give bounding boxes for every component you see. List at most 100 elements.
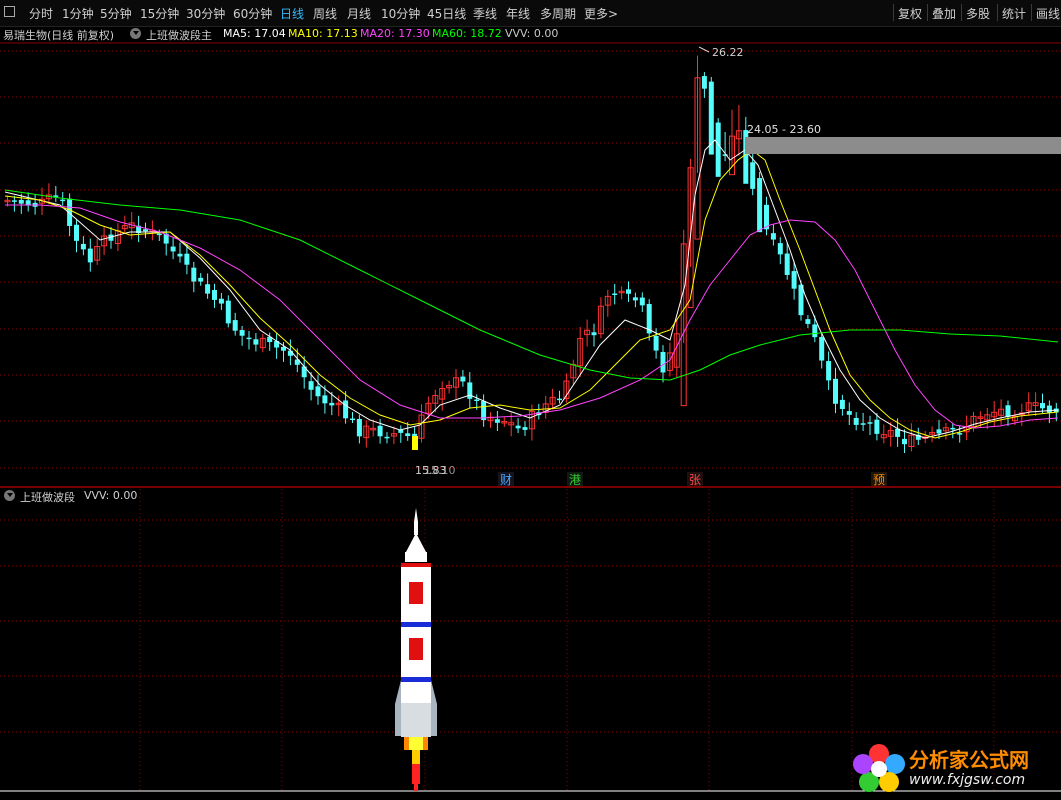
svg-text:港: 港 — [569, 473, 581, 487]
candle-down — [805, 319, 811, 324]
candle-down — [957, 433, 963, 435]
svg-text:财: 财 — [500, 473, 512, 487]
candle-down — [819, 336, 825, 361]
candle-down — [494, 419, 500, 423]
tab-period-1[interactable]: 1分钟 — [62, 5, 94, 22]
ma60-label: MA60: 18.72 — [432, 27, 502, 40]
rocket-icon — [395, 508, 437, 791]
watermark-logo: 分析家公式网 www.fxjgsw.com — [851, 742, 1051, 796]
restore-rights-button[interactable]: 复权 — [898, 5, 922, 22]
candle-down — [750, 162, 756, 189]
sub-indicator-name[interactable]: 上班做波段 — [20, 489, 75, 505]
candle-down — [522, 427, 528, 430]
tab-period-9[interactable]: 10分钟 — [381, 5, 420, 22]
candle-down — [632, 297, 638, 301]
price-range-band — [745, 137, 1061, 154]
event-marker-yu[interactable]: 预 — [871, 472, 887, 487]
overlay-button[interactable]: 叠加 — [932, 5, 956, 22]
tab-period-3[interactable]: 15分钟 — [140, 5, 179, 22]
tab-period-11[interactable]: 季线 — [473, 5, 497, 22]
tab-period-10[interactable]: 45日线 — [427, 5, 466, 22]
candle-down — [639, 297, 645, 306]
flower-logo-icon — [853, 744, 905, 792]
candle-down — [87, 248, 93, 263]
candle-down — [177, 253, 183, 257]
candle-down — [218, 298, 224, 304]
drawing-button[interactable]: 画线 — [1036, 5, 1060, 22]
candle-down — [853, 417, 859, 425]
tab-period-8[interactable]: 月线 — [347, 5, 371, 22]
candle-down — [184, 253, 190, 265]
candle-down — [460, 376, 466, 382]
candle-down — [846, 411, 852, 415]
indicator-menu-icon[interactable] — [130, 27, 141, 41]
candle-down — [143, 229, 148, 232]
candle-down — [322, 395, 328, 404]
candle-down — [557, 398, 562, 401]
tab-period-4[interactable]: 30分钟 — [186, 5, 225, 22]
candle-down — [246, 337, 252, 340]
candle-down — [377, 425, 383, 437]
tab-period-13[interactable]: 多周期 — [540, 5, 576, 22]
statistics-button[interactable]: 统计 — [1002, 5, 1026, 22]
sub-vvv-label: VVV: 0.00 — [84, 489, 138, 502]
sub-indicator-menu-icon[interactable] — [4, 489, 15, 503]
panel-divider[interactable] — [0, 486, 1061, 488]
ma20-label: MA20: 17.30 — [360, 27, 430, 40]
candle-down — [308, 381, 314, 390]
candle-down — [74, 224, 79, 241]
grid-lines — [0, 42, 1061, 790]
candle-down — [281, 346, 286, 351]
candle-down — [170, 246, 176, 252]
candle-down — [405, 433, 411, 437]
candle-down — [356, 418, 362, 437]
event-marker-zhang[interactable]: 张 — [687, 472, 703, 487]
candle-down — [225, 300, 231, 324]
tab-period-5[interactable]: 60分钟 — [233, 5, 272, 22]
ma60-line — [4, 189, 1059, 381]
tab-period-14[interactable]: 更多> — [584, 5, 618, 22]
candle-down — [11, 200, 17, 202]
ma5-label: MA5: 17.04 — [223, 27, 286, 40]
candle-down — [839, 399, 845, 409]
candle-down — [701, 76, 707, 89]
chart-canvas[interactable]: 26.22 24.05 - 23.60 15.83 15.10 财 港 张 预 — [0, 0, 1061, 800]
candle-down — [626, 289, 631, 294]
stock-name[interactable]: 易瑞生物(日线 前复权) — [3, 27, 114, 43]
ma20-line — [5, 204, 1059, 429]
candle-down — [18, 199, 24, 204]
svg-text:张: 张 — [689, 473, 701, 487]
candle-down — [329, 402, 335, 406]
candle-down — [467, 382, 473, 399]
watermark-title: 分析家公式网 — [909, 748, 1029, 772]
tab-period-2[interactable]: 5分钟 — [100, 5, 132, 22]
tab-period-6[interactable]: 日线 — [280, 5, 304, 22]
candle-down — [232, 320, 238, 331]
candle-down — [770, 233, 776, 240]
candle-down — [860, 423, 866, 425]
period-toolbar: 分时 1分钟 5分钟 15分钟 30分钟 60分钟 日线 周线 月线 10分钟 … — [0, 0, 1061, 27]
candle-down — [867, 422, 873, 424]
event-marker-gang[interactable]: 港 — [567, 472, 583, 487]
tab-period-12[interactable]: 年线 — [506, 5, 530, 22]
tab-period-0[interactable]: 分时 — [29, 5, 53, 22]
candle-down — [212, 290, 217, 300]
multi-stock-button[interactable]: 多股 — [966, 5, 990, 22]
candle-down — [812, 324, 818, 338]
candle-down — [660, 351, 666, 373]
candle-down — [950, 427, 956, 430]
candle-down — [612, 293, 618, 296]
candle-down — [515, 425, 521, 429]
candle-down — [350, 418, 355, 421]
highlight-candle — [412, 436, 418, 450]
candle-down — [60, 199, 66, 202]
high-price-label: 26.22 — [712, 46, 744, 59]
candle-down — [784, 253, 790, 275]
tab-period-7[interactable]: 周线 — [313, 5, 337, 22]
candle-down — [874, 419, 880, 434]
event-marker-cai[interactable]: 财 — [498, 472, 514, 487]
vvv-label: VVV: 0.00 — [505, 27, 559, 40]
panel-toggle-icon[interactable] — [4, 6, 15, 17]
indicator-name[interactable]: 上班做波段主 — [146, 27, 212, 43]
candle-down — [1040, 403, 1045, 409]
